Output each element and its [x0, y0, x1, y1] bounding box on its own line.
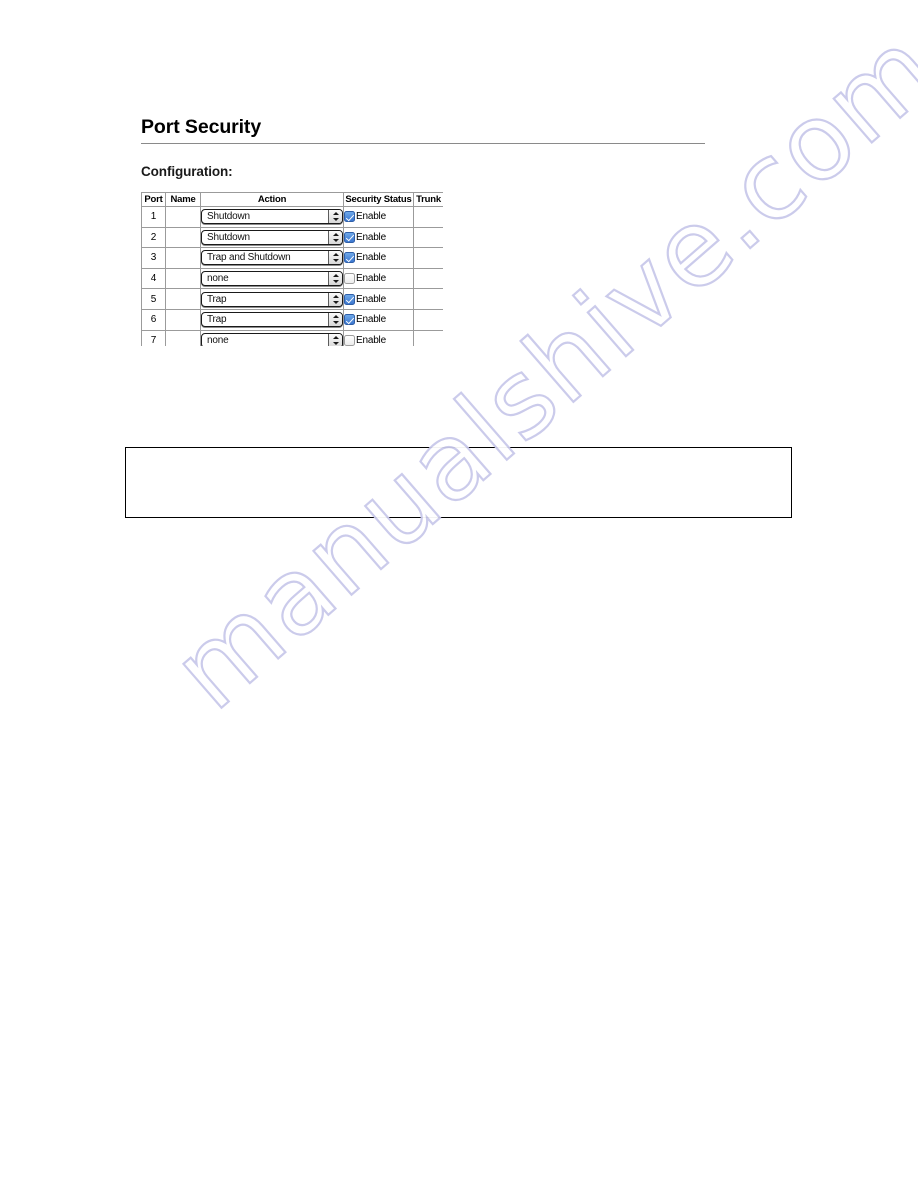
- cell-action: Trap: [200, 308, 344, 331]
- cell-security-status: Enable: [343, 267, 414, 290]
- table-row: 3 Trap and Shutdown Enable: [141, 247, 443, 269]
- column-header-action: Action: [200, 192, 344, 207]
- page-title: Port Security: [141, 116, 262, 138]
- action-select-value: none: [207, 273, 229, 285]
- note-box: [125, 447, 792, 518]
- action-select-value: Trap: [207, 314, 227, 326]
- cell-action: Shutdown: [200, 226, 344, 249]
- security-status-control[interactable]: Enable: [344, 293, 413, 305]
- checkbox-checked-icon[interactable]: [344, 293, 355, 305]
- port-security-configuration-screenshot: Port Name Action Security Status Trunk 1…: [141, 192, 443, 346]
- cell-name[interactable]: [165, 267, 201, 290]
- port-security-table: Port Name Action Security Status Trunk 1…: [141, 192, 443, 346]
- cell-name[interactable]: [165, 308, 201, 331]
- action-select[interactable]: Shutdown: [201, 229, 343, 245]
- cell-security-status: Enable: [343, 247, 414, 269]
- checkbox-checked-icon[interactable]: [344, 252, 355, 264]
- section-label-configuration: Configuration:: [141, 164, 233, 179]
- title-divider: [141, 143, 705, 144]
- security-status-label: Enable: [356, 273, 386, 285]
- checkbox-checked-icon[interactable]: [344, 314, 355, 326]
- table-row: 7 none Enable: [141, 329, 443, 346]
- action-select-value: Shutdown: [207, 211, 250, 223]
- security-status-label: Enable: [356, 314, 386, 326]
- stepper-arrows-icon[interactable]: [328, 230, 342, 244]
- cell-trunk: [413, 288, 443, 310]
- cell-action: Shutdown: [200, 206, 344, 228]
- action-select[interactable]: none: [201, 332, 343, 346]
- action-select[interactable]: Trap: [201, 291, 343, 307]
- stepper-arrows-icon[interactable]: [328, 272, 342, 286]
- cell-port: 7: [141, 329, 166, 346]
- action-select[interactable]: Shutdown: [201, 209, 343, 225]
- checkbox-checked-icon[interactable]: [344, 231, 355, 243]
- cell-trunk: [413, 226, 443, 249]
- cell-name[interactable]: [165, 206, 201, 228]
- table-row: 6 Trap Enable: [141, 308, 443, 331]
- action-select-value: Trap: [207, 293, 227, 305]
- stepper-arrows-icon[interactable]: [328, 251, 342, 265]
- cell-name[interactable]: [165, 226, 201, 249]
- cell-action: Trap and Shutdown: [200, 247, 344, 269]
- cell-trunk: [413, 329, 443, 346]
- security-status-control[interactable]: Enable: [344, 314, 413, 326]
- action-select-value: Shutdown: [207, 231, 250, 243]
- cell-trunk: [413, 206, 443, 228]
- cell-security-status: Enable: [343, 308, 414, 331]
- table-row: 1 Shutdown Enable: [141, 206, 443, 228]
- security-status-label: Enable: [356, 334, 386, 346]
- cell-action: Trap: [200, 288, 344, 310]
- security-status-control[interactable]: Enable: [344, 211, 413, 223]
- security-status-control[interactable]: Enable: [344, 334, 413, 346]
- cell-security-status: Enable: [343, 329, 414, 346]
- page-heading-block: Port Security: [141, 116, 705, 144]
- stepper-arrows-icon[interactable]: [328, 292, 342, 306]
- cell-trunk: [413, 308, 443, 331]
- action-select[interactable]: Trap and Shutdown: [201, 250, 343, 266]
- security-status-label: Enable: [356, 231, 386, 243]
- cell-port: 5: [141, 288, 166, 310]
- action-select[interactable]: Trap: [201, 312, 343, 328]
- table-row: 4 none Enable: [141, 267, 443, 290]
- checkbox-unchecked-icon[interactable]: [344, 334, 355, 346]
- column-header-security-status: Security Status: [343, 192, 414, 207]
- security-status-control[interactable]: Enable: [344, 252, 413, 264]
- stepper-arrows-icon[interactable]: [328, 333, 342, 346]
- cell-action: none: [200, 329, 344, 346]
- security-status-label: Enable: [356, 211, 386, 223]
- column-header-name: Name: [165, 192, 201, 207]
- stepper-arrows-icon[interactable]: [328, 210, 342, 224]
- security-status-label: Enable: [356, 252, 386, 264]
- cell-name[interactable]: [165, 247, 201, 269]
- checkbox-unchecked-icon[interactable]: [344, 273, 355, 285]
- column-header-port: Port: [141, 192, 166, 207]
- table-header-row: Port Name Action Security Status Trunk: [141, 192, 443, 207]
- cell-port: 3: [141, 247, 166, 269]
- cell-security-status: Enable: [343, 226, 414, 249]
- table-row: 5 Trap Enable: [141, 288, 443, 310]
- stepper-arrows-icon[interactable]: [328, 313, 342, 327]
- cell-security-status: Enable: [343, 288, 414, 310]
- cell-port: 2: [141, 226, 166, 249]
- security-status-label: Enable: [356, 293, 386, 305]
- checkbox-checked-icon[interactable]: [344, 211, 355, 223]
- cell-port: 6: [141, 308, 166, 331]
- cell-port: 1: [141, 206, 166, 228]
- table-row: 2 Shutdown Enable: [141, 226, 443, 249]
- cell-name[interactable]: [165, 329, 201, 346]
- column-header-trunk: Trunk: [413, 192, 443, 207]
- cell-security-status: Enable: [343, 206, 414, 228]
- security-status-control[interactable]: Enable: [344, 231, 413, 243]
- action-select-value: none: [207, 334, 229, 346]
- cell-trunk: [413, 247, 443, 269]
- action-select-value: Trap and Shutdown: [207, 252, 291, 264]
- cell-action: none: [200, 267, 344, 290]
- cell-name[interactable]: [165, 288, 201, 310]
- security-status-control[interactable]: Enable: [344, 273, 413, 285]
- cell-trunk: [413, 267, 443, 290]
- action-select[interactable]: none: [201, 271, 343, 287]
- cell-port: 4: [141, 267, 166, 290]
